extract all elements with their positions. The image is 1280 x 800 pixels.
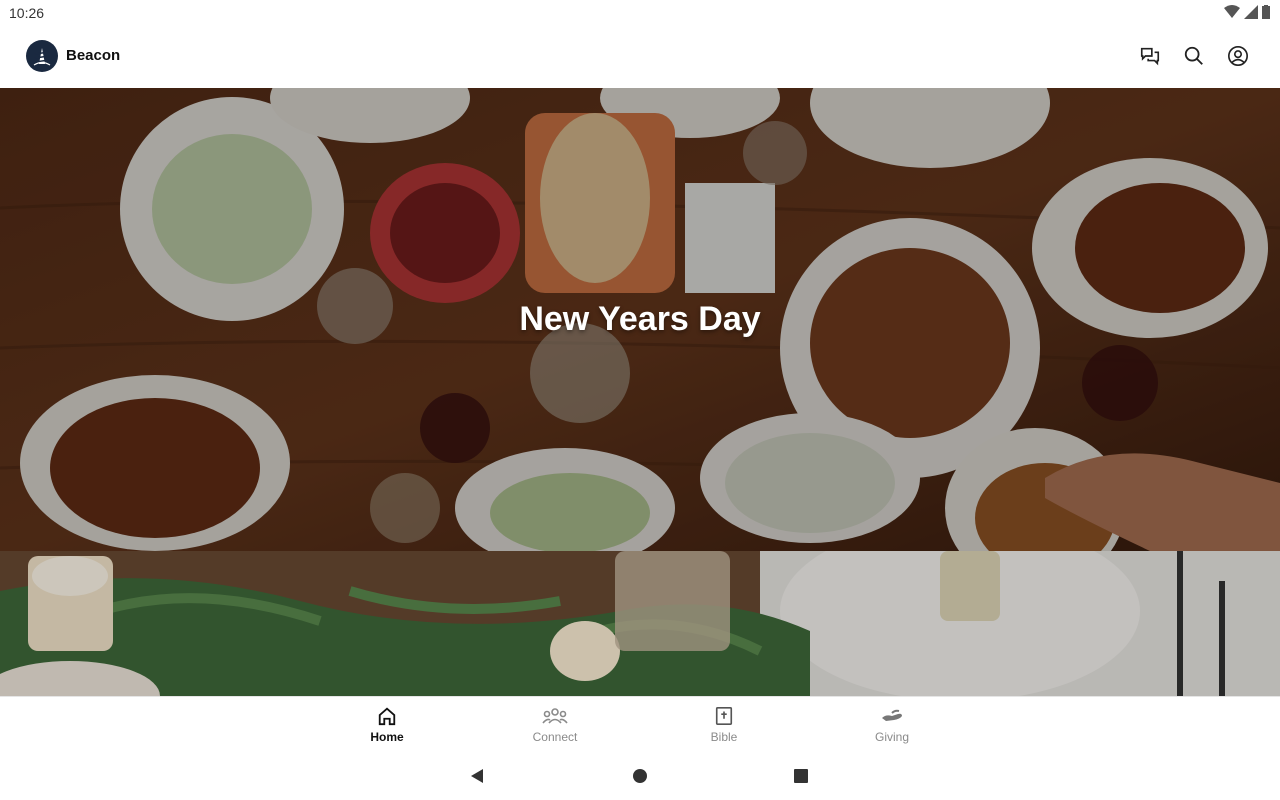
- bible-icon: [715, 707, 733, 725]
- nav-connect[interactable]: Connect: [505, 697, 605, 753]
- profile-button[interactable]: [1226, 44, 1250, 68]
- app-title: Beacon: [66, 47, 121, 64]
- chat-bubbles-icon: [1140, 47, 1160, 66]
- signal-icon: [1244, 5, 1258, 19]
- nav-bible-label: Bible: [710, 730, 738, 744]
- recents-square-icon: [794, 769, 808, 783]
- recents-button[interactable]: [791, 766, 811, 786]
- status-icons: [1224, 5, 1270, 19]
- search-button[interactable]: [1182, 44, 1206, 68]
- nav-connect-label: Connect: [532, 730, 578, 744]
- app-bar: Beacon: [0, 26, 1280, 88]
- nav-giving-label: Giving: [874, 730, 909, 744]
- beacon-logo: [26, 40, 58, 72]
- nav-home-label: Home: [370, 730, 404, 744]
- nav-home[interactable]: Home: [337, 697, 437, 753]
- feed: New Years Day: [0, 88, 1280, 696]
- wifi-icon: [1224, 5, 1240, 18]
- account-circle-icon: [1228, 46, 1248, 66]
- home-icon: [378, 707, 396, 726]
- event-card-title: New Years Day: [519, 300, 761, 338]
- nav-bible[interactable]: Bible: [674, 697, 774, 753]
- back-triangle-icon: [471, 769, 483, 783]
- event-card[interactable]: [0, 551, 1280, 696]
- messages-button[interactable]: [1138, 44, 1162, 68]
- people-icon: [542, 708, 568, 724]
- status-bar: 10:26: [0, 0, 1280, 26]
- home-system-button[interactable]: [630, 766, 650, 786]
- event-card[interactable]: New Years Day: [0, 88, 1280, 551]
- battery-icon: [1262, 5, 1270, 19]
- candles-greenery-image: [0, 551, 1280, 696]
- system-nav-bar: [0, 752, 1280, 800]
- app-actions: [1138, 44, 1250, 68]
- giving-hand-icon: [882, 709, 902, 721]
- back-button[interactable]: [467, 766, 487, 786]
- status-time: 10:26: [9, 5, 45, 21]
- search-icon: [1184, 46, 1203, 65]
- bottom-nav: Home Connect Bible Giving: [0, 696, 1280, 752]
- lighthouse-icon: [33, 48, 51, 66]
- nav-giving[interactable]: Giving: [842, 697, 942, 753]
- home-circle-icon: [633, 769, 647, 783]
